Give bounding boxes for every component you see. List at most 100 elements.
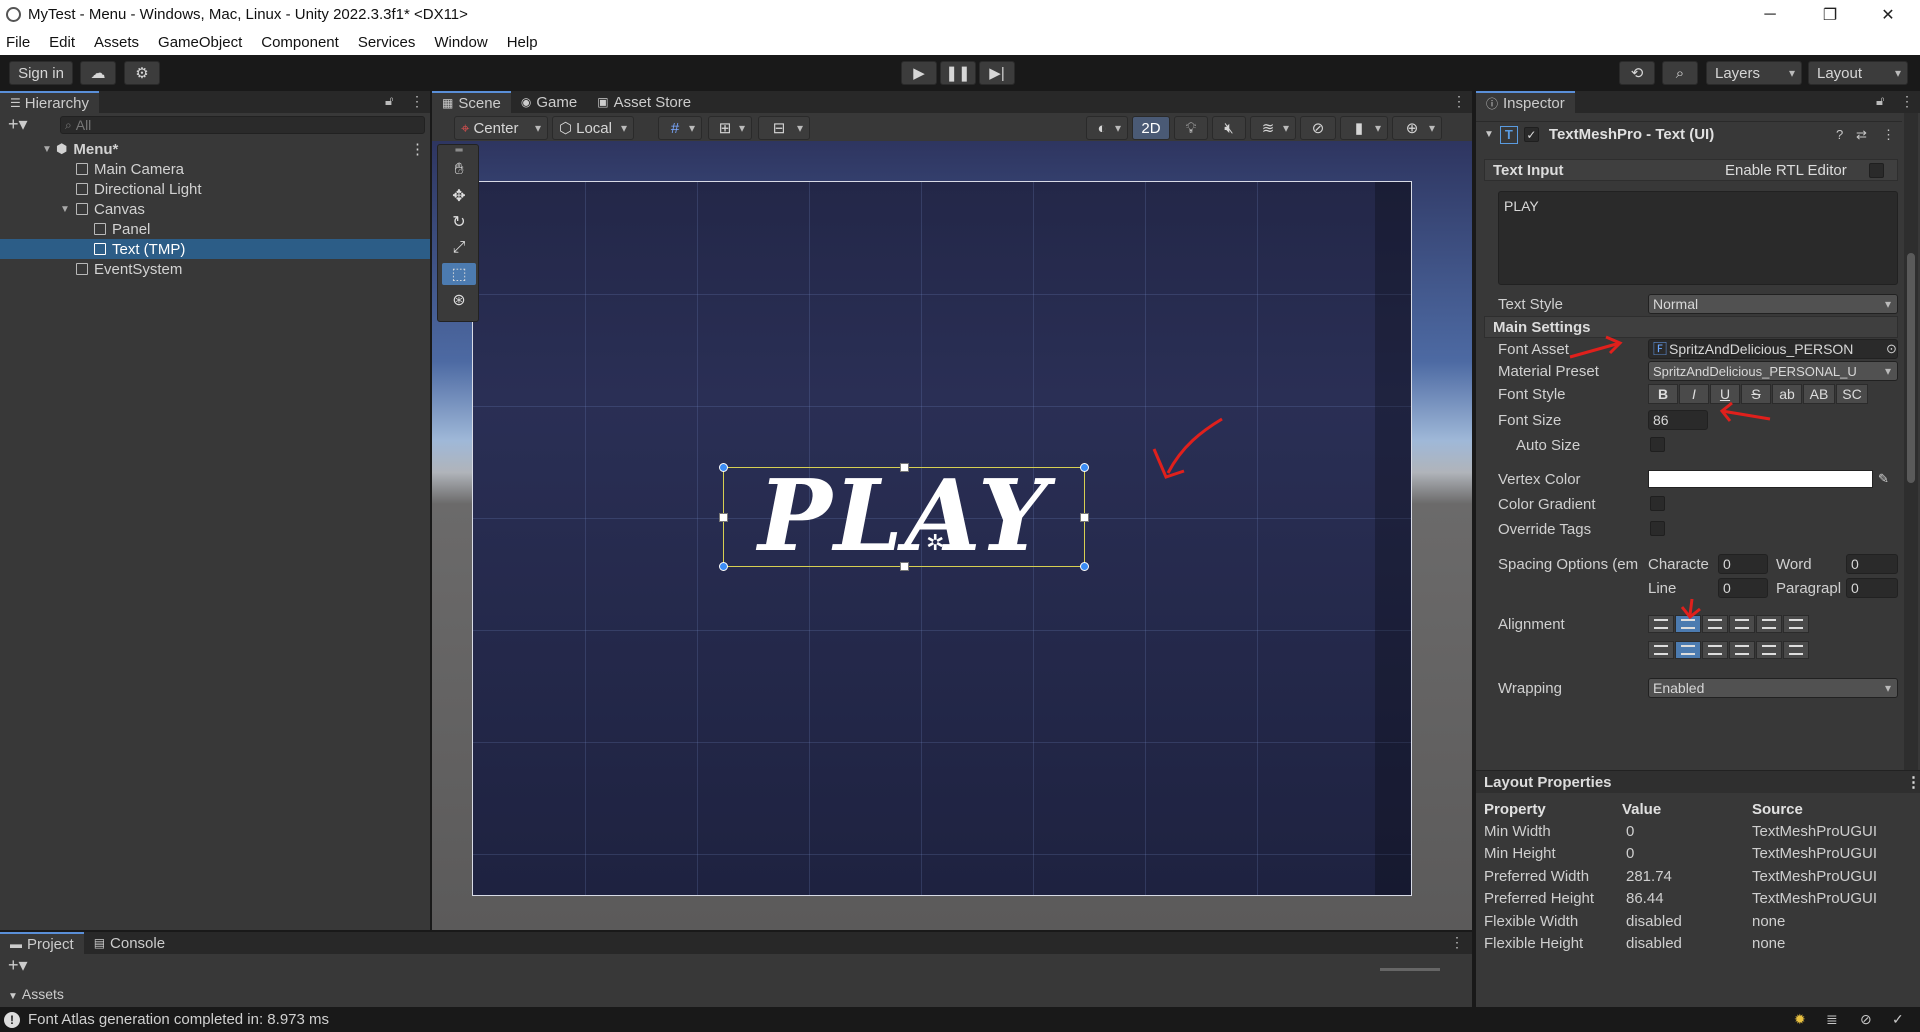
draw-mode-dropdown[interactable]: ◐ [1086, 116, 1128, 140]
font-style-strikethrough-button[interactable]: S [1741, 384, 1771, 404]
text-style-dropdown[interactable]: Normal [1648, 294, 1898, 314]
search-button[interactable]: ⌕ [1662, 61, 1698, 85]
object-picker-icon[interactable]: ⊙ [1886, 341, 1897, 357]
cache-icon[interactable]: ≣ [1826, 1011, 1838, 1028]
layout-properties-header[interactable]: Layout Properties ⋮ [1476, 771, 1920, 793]
assets-folder[interactable]: ▼ Assets [8, 986, 64, 1002]
rect-edge-handle[interactable] [900, 562, 909, 571]
font-size-input[interactable]: 86 [1648, 410, 1708, 430]
text-input-section[interactable]: Text Input Enable RTL Editor [1484, 159, 1898, 181]
menu-gameobject[interactable]: GameObject [158, 34, 242, 51]
tree-item-canvas[interactable]: ▼ Canvas [0, 199, 430, 219]
minimize-button[interactable]: ─ [1742, 0, 1798, 29]
kebab-menu-icon[interactable]: ⋮ [1452, 93, 1466, 110]
override-tags-checkbox[interactable] [1650, 521, 1665, 536]
scrollbar-thumb[interactable] [1907, 253, 1915, 483]
align-middle-button[interactable] [1675, 641, 1701, 659]
spacing-line-input[interactable]: 0 [1718, 578, 1768, 598]
menu-services[interactable]: Services [358, 34, 416, 51]
align-top-button[interactable] [1648, 641, 1674, 659]
status-message[interactable]: Font Atlas generation completed in: 8.97… [28, 1011, 329, 1028]
align-geometry-button[interactable] [1783, 615, 1809, 633]
sign-in-button[interactable]: Sign in [9, 61, 73, 85]
zoom-slider[interactable] [1380, 968, 1440, 971]
kebab-menu-icon[interactable]: ⋮ [1450, 934, 1464, 951]
kebab-menu-icon[interactable]: ⋮ [1906, 773, 1920, 791]
rect-corner-handle[interactable] [1080, 463, 1089, 472]
add-icon[interactable]: +▾ [8, 114, 28, 135]
tab-inspector[interactable]: ⓘ Inspector [1476, 91, 1575, 113]
step-button[interactable]: ▶| [979, 61, 1015, 85]
rect-corner-handle[interactable] [719, 463, 728, 472]
expand-arrow-icon[interactable]: ▼ [60, 204, 76, 215]
lock-icon[interactable]: 🔓︎ [385, 93, 393, 109]
tab-hierarchy[interactable]: ☰ Hierarchy [0, 91, 99, 113]
align-right-button[interactable] [1702, 615, 1728, 633]
close-button[interactable]: ✕ [1860, 0, 1916, 29]
inspector-scrollbar[interactable] [1904, 113, 1918, 778]
align-capline-button[interactable] [1783, 641, 1809, 659]
kebab-menu-icon[interactable]: ⋮ [1882, 127, 1895, 143]
network-icon[interactable]: ⊘ [1860, 1011, 1872, 1028]
material-preset-dropdown[interactable]: SpritzAndDelicious_PERSONAL_U [1648, 361, 1898, 381]
add-icon[interactable]: +▾ [8, 955, 28, 976]
pause-button[interactable]: ❚❚ [940, 61, 976, 85]
rect-corner-handle[interactable] [1080, 562, 1089, 571]
tree-item-menu-scene[interactable]: ▼ ⬢ Menu* ⋮ [0, 139, 430, 159]
tab-console[interactable]: ▤ Console [84, 932, 175, 954]
hierarchy-search-input[interactable]: ⌕ All [60, 116, 425, 134]
light-icon[interactable]: ✹ [1794, 1011, 1806, 1028]
text-rect-bounds[interactable]: PLAY ✲ [719, 462, 1089, 572]
camera-dropdown[interactable]: ▮ [1340, 116, 1388, 140]
cloud-button[interactable]: ☁ [80, 61, 116, 85]
drag-handle-icon[interactable]: ═ [442, 145, 476, 156]
color-gradient-checkbox[interactable] [1650, 496, 1665, 511]
transform-tool-icon[interactable]: ⊛ [442, 289, 476, 311]
play-button[interactable]: ▶ [901, 61, 937, 85]
grid-snap-button[interactable]: # [658, 116, 702, 140]
ruler-button[interactable]: ⊟ [758, 116, 810, 140]
tab-asset-store[interactable]: ▣ Asset Store [587, 91, 701, 113]
tree-item-panel[interactable]: Panel [0, 219, 430, 239]
kebab-menu-icon[interactable]: ⋮ [410, 140, 425, 158]
align-left-button[interactable] [1648, 615, 1674, 633]
lighting-toggle[interactable]: 💡︎ [1174, 116, 1208, 140]
tab-scene[interactable]: ▦ Scene [432, 91, 511, 113]
hand-tool-icon[interactable]: ✋︎ [442, 159, 476, 181]
audio-toggle[interactable]: 🔇︎ [1212, 116, 1246, 140]
component-enabled-checkbox[interactable]: ✓ [1523, 127, 1539, 142]
menu-component[interactable]: Component [261, 34, 339, 51]
eyedropper-icon[interactable]: ✎ [1878, 471, 1889, 487]
menu-window[interactable]: Window [434, 34, 487, 51]
align-justify-button[interactable] [1729, 615, 1755, 633]
increment-snap-button[interactable]: ⊞ [708, 116, 752, 140]
align-flush-button[interactable] [1756, 615, 1782, 633]
menu-file[interactable]: File [6, 34, 30, 51]
help-icon[interactable]: ? [1836, 127, 1843, 142]
align-midline-button[interactable] [1756, 641, 1782, 659]
rect-edge-handle[interactable] [719, 513, 728, 522]
collab-button[interactable]: ⚙ [124, 61, 160, 85]
align-baseline-button[interactable] [1729, 641, 1755, 659]
tree-item-eventsystem[interactable]: EventSystem [0, 259, 430, 279]
vertex-color-swatch[interactable] [1648, 470, 1873, 488]
enable-rtl-checkbox[interactable] [1869, 163, 1884, 178]
spacing-word-input[interactable]: 0 [1846, 554, 1898, 574]
menu-help[interactable]: Help [507, 34, 538, 51]
font-style-lowercase-button[interactable]: ab [1772, 384, 1802, 404]
layout-dropdown[interactable]: Layout [1808, 61, 1908, 85]
rect-edge-handle[interactable] [900, 463, 909, 472]
tab-project[interactable]: ▬ Project [0, 932, 84, 954]
anchor-icon[interactable]: ✲ [926, 530, 944, 556]
menu-assets[interactable]: Assets [94, 34, 139, 51]
align-bottom-button[interactable] [1702, 641, 1728, 659]
font-style-bold-button[interactable]: B [1648, 384, 1678, 404]
rotate-tool-icon[interactable]: ↻ [442, 211, 476, 233]
text-input-area[interactable]: PLAY [1498, 191, 1898, 285]
tree-item-directional-light[interactable]: Directional Light [0, 179, 430, 199]
effects-dropdown[interactable]: ≋ [1250, 116, 1296, 140]
wrapping-dropdown[interactable]: Enabled [1648, 678, 1898, 698]
kebab-menu-icon[interactable]: ⋮ [1900, 93, 1914, 110]
move-tool-icon[interactable]: ✥ [442, 185, 476, 207]
font-style-underline-button[interactable]: U [1710, 384, 1740, 404]
